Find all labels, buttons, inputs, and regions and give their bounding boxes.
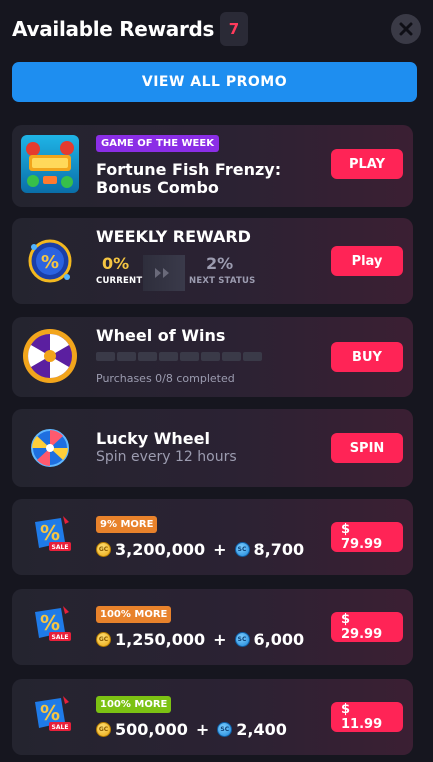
- close-button[interactable]: [391, 14, 421, 44]
- wheel-of-wins-title: Wheel of Wins: [96, 326, 226, 345]
- bonus-badge: 9% MORE: [96, 516, 158, 533]
- close-icon: [399, 22, 413, 36]
- price-button[interactable]: $ 11.99: [331, 702, 403, 732]
- gold-coin-icon: GC: [96, 542, 111, 557]
- progress-segment: [222, 352, 241, 361]
- gold-coin-icon: GC: [96, 632, 111, 647]
- play-game-button[interactable]: PLAY: [331, 149, 403, 179]
- plus-sign: +: [213, 630, 227, 649]
- svg-text:SALE: SALE: [52, 544, 69, 551]
- svg-text:%: %: [40, 521, 60, 545]
- bonus-badge: 100% MORE: [96, 606, 172, 623]
- weekly-reward-title: WEEKLY REWARD: [96, 227, 251, 246]
- current-percent: 0%: [102, 254, 130, 273]
- sweeps-coin-amount: 2,400: [236, 720, 287, 739]
- wheel-of-wins-icon: [23, 329, 77, 383]
- progress-segment: [138, 352, 157, 361]
- offer-card: % SALE 100% MORE GC 1,250,000 + SC 6,000 $ 29.…: [12, 589, 413, 665]
- sweeps-coin-icon: SC: [234, 632, 250, 647]
- progress-segment: [180, 352, 199, 361]
- lucky-wheel-subtitle: Spin every 12 hours: [96, 449, 237, 465]
- view-all-promo-button[interactable]: VIEW ALL PROMO: [12, 62, 417, 102]
- sale-percent-icon: % SALE: [21, 598, 79, 656]
- svg-text:%: %: [40, 611, 60, 635]
- buy-button[interactable]: BUY: [331, 342, 403, 372]
- next-status-percent: 2%: [206, 254, 234, 273]
- panel-title: Available Rewards: [12, 17, 215, 41]
- weekly-reward-card: % WEEKLY REWARD 0% CURRENT 2% NEXT STATU…: [12, 218, 413, 304]
- progress-segment: [117, 352, 136, 361]
- sale-percent-icon: % SALE: [21, 688, 79, 746]
- purchase-progress-bar: [96, 352, 262, 361]
- gold-coin-amount: 500,000: [115, 720, 188, 739]
- svg-text:%: %: [40, 701, 60, 725]
- offer-amounts: GC 500,000 + SC 2,400: [96, 720, 287, 739]
- price-button[interactable]: $ 29.99: [331, 612, 403, 642]
- offer-card: % SALE 100% MORE GC 500,000 + SC 2,400 $ 11.99: [12, 679, 413, 755]
- progress-segment: [243, 352, 262, 361]
- lucky-wheel-card: Lucky Wheel Spin every 12 hours SPIN: [12, 409, 413, 487]
- game-of-week-card: GAME OF THE WEEK Fortune Fish Frenzy: Bo…: [12, 125, 413, 207]
- game-title-line2: Bonus Combo: [96, 178, 219, 197]
- game-of-week-badge: GAME OF THE WEEK: [96, 135, 219, 152]
- current-label: CURRENT: [96, 276, 143, 286]
- plus-sign: +: [213, 540, 227, 559]
- lucky-wheel-title: Lucky Wheel: [96, 429, 210, 448]
- purchase-progress-text: Purchases 0/8 completed: [96, 372, 235, 385]
- rewards-panel: Available Rewards 7 VIEW ALL PROMO GAME …: [0, 0, 433, 762]
- wheel-of-wins-card: Wheel of Wins Purchases 0/8 completed BU…: [12, 317, 413, 397]
- svg-text:%: %: [41, 252, 59, 273]
- sweeps-coin-icon: SC: [217, 722, 233, 737]
- bonus-badge: 100% MORE: [96, 696, 172, 713]
- offer-amounts: GC 1,250,000 + SC 6,000: [96, 630, 304, 649]
- gold-coin-amount: 3,200,000: [115, 540, 206, 559]
- sweeps-coin-icon: SC: [234, 542, 250, 557]
- percent-coin-icon: %: [28, 239, 72, 283]
- sweeps-coin-amount: 6,000: [253, 630, 305, 649]
- header: Available Rewards 7: [12, 12, 421, 48]
- gold-coin-icon: GC: [96, 722, 111, 737]
- double-chevron-right-icon: [155, 268, 169, 278]
- price-button[interactable]: $ 79.99: [331, 522, 403, 552]
- fortune-fish-thumbnail: [21, 135, 79, 193]
- offer-amounts: GC 3,200,000 + SC 8,700: [96, 540, 304, 559]
- sweeps-coin-amount: 8,700: [253, 540, 305, 559]
- progress-segment: [96, 352, 115, 361]
- sale-percent-icon: % SALE: [21, 508, 79, 566]
- weekly-play-button[interactable]: Play: [331, 246, 403, 276]
- plus-sign: +: [195, 720, 210, 739]
- lucky-wheel-icon: [31, 429, 69, 467]
- next-status-label: NEXT STATUS: [189, 276, 256, 286]
- svg-text:SALE: SALE: [52, 634, 69, 641]
- offer-card: % SALE 9% MORE GC 3,200,000 + SC 8,700 $ 79.99: [12, 499, 413, 575]
- progress-segment: [159, 352, 178, 361]
- progress-segment: [201, 352, 220, 361]
- rewards-count-badge: 7: [220, 12, 248, 46]
- status-arrow-zone: [143, 255, 185, 291]
- svg-text:SALE: SALE: [52, 724, 69, 731]
- game-title-line1: Fortune Fish Frenzy:: [96, 160, 282, 179]
- gold-coin-amount: 1,250,000: [115, 630, 206, 649]
- spin-button[interactable]: SPIN: [331, 433, 403, 463]
